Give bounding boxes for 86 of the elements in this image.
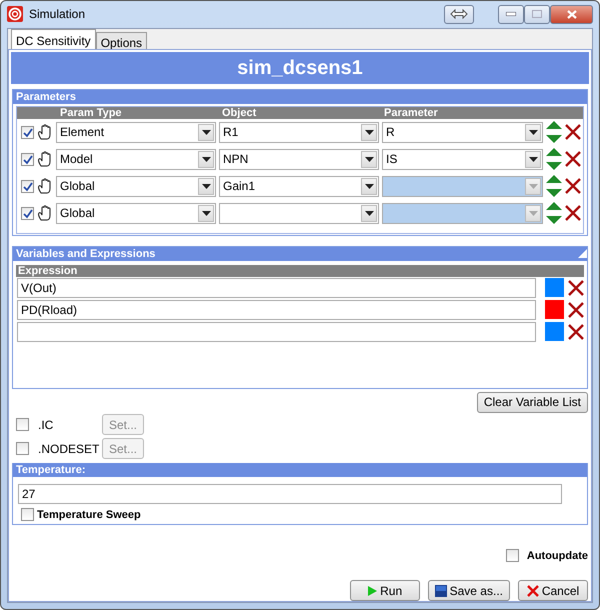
checkbox-label: Autoupdate <box>526 548 588 564</box>
object-dropdown[interactable]: Gain1 <box>219 176 379 196</box>
delete-icon[interactable] <box>565 151 581 167</box>
parameter-dropdown[interactable]: R <box>382 122 543 142</box>
save-button[interactable]: Save as... <box>428 580 510 601</box>
object-dropdown[interactable]: R1 <box>219 122 379 142</box>
caret-icon <box>364 184 374 188</box>
param-type-dropdown[interactable]: Global <box>56 176 216 196</box>
delete-icon[interactable] <box>568 324 584 340</box>
delete-icon[interactable] <box>565 124 581 140</box>
clear-variable-list-button[interactable]: Clear Variable List <box>476 392 588 412</box>
checkbox-label: Temperature Sweep <box>37 508 141 522</box>
temperature-field[interactable]: 27 <box>18 484 562 504</box>
set-button: Set... <box>102 414 144 435</box>
column-header: Param Type <box>59 106 123 118</box>
checkbox[interactable] <box>21 152 34 166</box>
maximize-icon <box>532 10 542 18</box>
caret-icon <box>364 210 374 216</box>
swap-button[interactable] <box>444 4 474 24</box>
column-header: Parameter <box>384 106 439 118</box>
caret-icon <box>528 130 538 134</box>
color-swatch[interactable] <box>545 322 564 341</box>
maximize-button[interactable] <box>524 4 550 24</box>
color-swatch[interactable] <box>545 300 564 319</box>
parameter-dropdown[interactable]: IS <box>382 148 543 170</box>
hand-icon[interactable] <box>37 205 53 221</box>
option-label: .NODESET <box>38 440 100 458</box>
column-header: Expression <box>16 264 584 276</box>
option-label: .IC <box>38 416 54 434</box>
hand-icon[interactable] <box>37 124 53 140</box>
checkbox[interactable] <box>21 180 34 192</box>
expression-field[interactable]: PD(Rload) <box>17 300 536 320</box>
checkbox[interactable] <box>21 206 34 220</box>
minimize-button[interactable] <box>498 4 524 24</box>
caret-icon <box>528 210 538 216</box>
param-type-dropdown[interactable]: Element <box>56 122 216 142</box>
param-type-dropdown[interactable]: Global <box>56 202 216 224</box>
corner-triangle-icon[interactable] <box>578 249 587 258</box>
column-header: Object <box>222 106 258 118</box>
check-icon <box>22 208 34 218</box>
check-icon <box>22 180 34 192</box>
run-button[interactable]: Run <box>350 580 420 601</box>
up-down-arrows-icon[interactable] <box>546 202 562 224</box>
minimize-icon <box>506 12 516 16</box>
expression-field[interactable]: V(Out) <box>17 278 536 298</box>
set-button: Set... <box>102 438 144 459</box>
delete-icon[interactable] <box>568 280 584 296</box>
close-icon <box>526 584 539 596</box>
checkbox[interactable] <box>21 126 34 138</box>
up-down-arrows-icon[interactable] <box>546 148 562 170</box>
close-button[interactable] <box>550 4 593 24</box>
delete-icon[interactable] <box>568 302 584 318</box>
tab[interactable]: DC Sensitivity <box>11 28 96 48</box>
check-icon <box>22 126 34 138</box>
delete-icon[interactable] <box>565 205 581 221</box>
checkbox[interactable] <box>21 508 34 522</box>
section-title: Variables and Expressions <box>16 246 156 260</box>
hand-icon[interactable] <box>37 151 53 167</box>
section-header: Parameters <box>13 90 587 104</box>
simulation-name: sim_dcsens1 <box>11 52 589 84</box>
play-icon <box>367 584 378 596</box>
up-down-arrows-icon[interactable] <box>546 121 562 143</box>
double-arrow-icon <box>450 9 468 20</box>
caret-icon <box>364 156 374 162</box>
caret-icon <box>202 184 210 188</box>
checkbox[interactable] <box>506 549 519 562</box>
app-icon <box>7 6 23 22</box>
close-icon <box>566 10 576 19</box>
up-down-arrows-icon[interactable] <box>546 175 562 197</box>
hand-icon[interactable] <box>37 178 53 194</box>
color-swatch[interactable] <box>545 278 564 297</box>
caret-icon <box>364 130 374 134</box>
expression-field[interactable] <box>17 322 536 342</box>
object-dropdown[interactable]: NPN <box>219 148 379 170</box>
cancel-button[interactable]: Cancel <box>518 580 588 601</box>
delete-icon[interactable] <box>565 178 581 194</box>
caret-icon <box>528 156 538 162</box>
param-type-dropdown[interactable]: Model <box>56 148 216 170</box>
window-title: Simulation <box>29 6 86 24</box>
caret-icon <box>202 156 210 162</box>
caret-icon <box>202 210 210 216</box>
check-icon <box>22 154 34 164</box>
tab[interactable]: Options <box>96 32 148 48</box>
caret-icon <box>202 130 210 134</box>
caret-icon <box>528 184 538 188</box>
section-header: Temperature: <box>13 462 587 476</box>
